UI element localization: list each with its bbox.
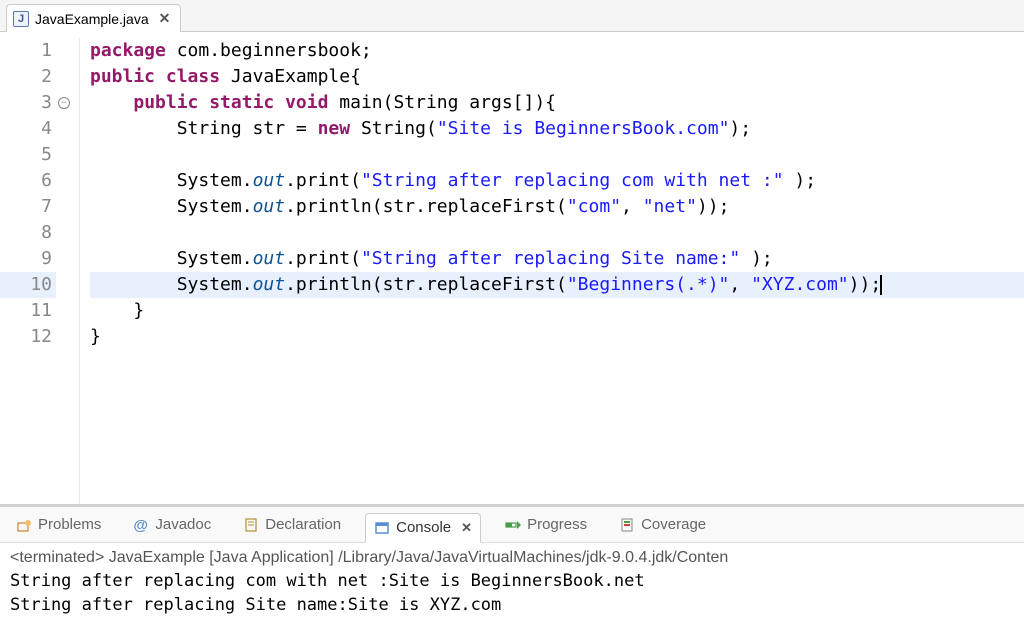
console-status-line: <terminated> JavaExample [Java Applicati… — [10, 549, 1014, 567]
text-cursor — [880, 275, 882, 295]
code-line[interactable]: System.out.println(str.replaceFirst("Beg… — [90, 272, 1024, 298]
console-output-line: String after replacing Site name:Site is… — [10, 593, 1014, 617]
code-editor[interactable]: 123−456789101112 package com.beginnersbo… — [0, 32, 1024, 504]
code-line[interactable] — [90, 142, 1024, 168]
tab-label: Coverage — [641, 516, 706, 533]
editor-tab-javaexample[interactable]: J JavaExample.java ✕ — [6, 4, 181, 32]
line-number: 6 — [0, 168, 56, 194]
code-line[interactable]: System.out.print("String after replacing… — [90, 168, 1024, 194]
line-number: 4 — [0, 116, 56, 142]
close-icon[interactable]: ✕ — [159, 10, 171, 27]
console-icon — [374, 520, 390, 536]
tab-coverage[interactable]: Coverage — [611, 512, 714, 537]
code-line[interactable]: System.out.println(str.replaceFirst("com… — [90, 194, 1024, 220]
code-line[interactable]: System.out.print("String after replacing… — [90, 246, 1024, 272]
line-number: 9 — [0, 246, 56, 272]
editor-area: J JavaExample.java ✕ 123−456789101112 pa… — [0, 0, 1024, 504]
bottom-tab-bar: Problems @ Javadoc Declaration Console ✕… — [0, 507, 1024, 543]
line-number: 3− — [0, 90, 56, 116]
code-line[interactable]: String str = new String("Site is Beginne… — [90, 116, 1024, 142]
line-number: 2 — [0, 64, 56, 90]
line-number: 12 — [0, 324, 56, 350]
tab-progress[interactable]: Progress — [497, 512, 595, 537]
tab-label: Javadoc — [155, 516, 211, 533]
code-line[interactable]: package com.beginnersbook; — [90, 38, 1024, 64]
javadoc-icon: @ — [133, 517, 149, 533]
tab-label: Declaration — [265, 516, 341, 533]
java-file-icon: J — [13, 11, 29, 27]
console-output[interactable]: <terminated> JavaExample [Java Applicati… — [0, 543, 1024, 623]
fold-toggle-icon[interactable]: − — [58, 97, 70, 109]
code-line[interactable]: public class JavaExample{ — [90, 64, 1024, 90]
tab-problems[interactable]: Problems — [8, 512, 109, 537]
tab-label: Progress — [527, 516, 587, 533]
code-line[interactable]: public static void main(String args[]){ — [90, 90, 1024, 116]
progress-icon — [505, 517, 521, 533]
console-output-line: String after replacing com with net :Sit… — [10, 569, 1014, 593]
code-line[interactable]: } — [90, 298, 1024, 324]
bottom-panel: Problems @ Javadoc Declaration Console ✕… — [0, 504, 1024, 623]
tab-console[interactable]: Console ✕ — [365, 513, 481, 543]
line-number-gutter: 123−456789101112 — [0, 38, 62, 504]
line-number: 11 — [0, 298, 56, 324]
line-number: 5 — [0, 142, 56, 168]
tab-label: Problems — [38, 516, 101, 533]
tab-label: Console — [396, 519, 451, 536]
code-content[interactable]: package com.beginnersbook;public class J… — [80, 38, 1024, 504]
editor-tab-bar: J JavaExample.java ✕ — [0, 0, 1024, 32]
code-line[interactable] — [90, 220, 1024, 246]
tab-javadoc[interactable]: @ Javadoc — [125, 512, 219, 537]
line-number: 7 — [0, 194, 56, 220]
declaration-icon — [243, 517, 259, 533]
line-number: 10 — [0, 272, 56, 298]
close-icon[interactable]: ✕ — [461, 520, 472, 536]
line-number: 8 — [0, 220, 56, 246]
coverage-icon — [619, 517, 635, 533]
editor-tab-label: JavaExample.java — [35, 11, 149, 27]
problems-icon — [16, 517, 32, 533]
code-line[interactable]: } — [90, 324, 1024, 350]
line-number: 1 — [0, 38, 56, 64]
tab-declaration[interactable]: Declaration — [235, 512, 349, 537]
